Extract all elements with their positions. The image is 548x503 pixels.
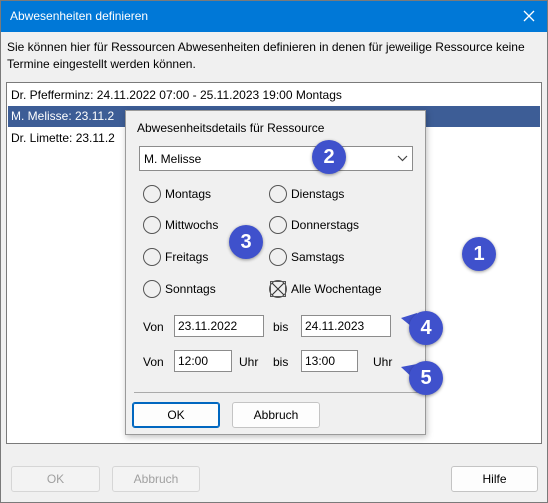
annotation-badge-5: 5: [409, 361, 443, 395]
radio-circle: [143, 248, 161, 266]
time-from-input[interactable]: 12:00: [174, 350, 232, 372]
radio-circle: [269, 216, 287, 234]
radio-circle: [269, 185, 287, 203]
radio-circle: [143, 216, 161, 234]
window-title: Abwesenheiten definieren: [10, 9, 149, 23]
radio-label: Montags: [165, 187, 212, 201]
ok-button[interactable]: OK: [11, 466, 100, 492]
title-bar[interactable]: Abwesenheiten definieren: [1, 1, 547, 32]
radio-circle: [143, 185, 161, 203]
description-text: Sie können hier für Ressourcen Abwesenhe…: [7, 40, 525, 71]
cancel-button[interactable]: Abbruch: [112, 466, 200, 492]
checked-x-icon: [269, 280, 287, 298]
checkbox-label: Alle Wochentage: [291, 282, 382, 296]
radio-label: Sonntags: [165, 282, 216, 296]
close-icon[interactable]: [519, 6, 539, 26]
popup-header: Abwesenheitsdetails für Ressource: [137, 121, 325, 135]
time-to-label: bis: [273, 355, 289, 369]
annotation-badge-1: 1: [462, 237, 496, 271]
resource-dropdown[interactable]: M. Melisse: [139, 146, 413, 171]
radio-circle: [269, 248, 287, 266]
radio-label: Dienstags: [291, 187, 345, 201]
annotation-badge-3: 3: [229, 225, 263, 259]
time-to-input[interactable]: 13:00: [301, 350, 358, 372]
time-from-unit: Uhr: [239, 355, 259, 369]
radio-label: Mittwochs: [165, 218, 219, 232]
date-from-label: Von: [143, 320, 164, 334]
radio-label: Freitags: [165, 250, 209, 264]
date-to-input[interactable]: 24.11.2023: [301, 315, 391, 337]
radio-circle: [143, 280, 161, 298]
popup-ok-button[interactable]: OK: [132, 402, 220, 428]
date-from-input[interactable]: 23.11.2022: [174, 315, 264, 337]
help-button[interactable]: Hilfe: [451, 466, 538, 492]
date-to-label: bis: [273, 320, 289, 334]
radio-label: Donnerstags: [291, 218, 360, 232]
time-from-label: Von: [143, 355, 164, 369]
annotation-badge-4: 4: [409, 311, 443, 345]
time-to-unit: Uhr: [373, 355, 393, 369]
popup-divider: [134, 392, 419, 393]
radio-label: Samstags: [291, 250, 345, 264]
annotation-badge-2: 2: [312, 140, 346, 174]
absence-details-popup: Abwesenheitsdetails für Ressource M. Mel…: [125, 110, 426, 435]
list-item[interactable]: Dr. Pfefferminz: 24.11.2022 07:00 - 25.1…: [8, 85, 540, 106]
popup-cancel-button[interactable]: Abbruch: [232, 402, 320, 428]
chevron-down-icon: [397, 155, 408, 162]
dialog-window: Abwesenheiten definieren Sie können hier…: [0, 0, 548, 503]
resource-dropdown-value: M. Melisse: [144, 152, 202, 166]
